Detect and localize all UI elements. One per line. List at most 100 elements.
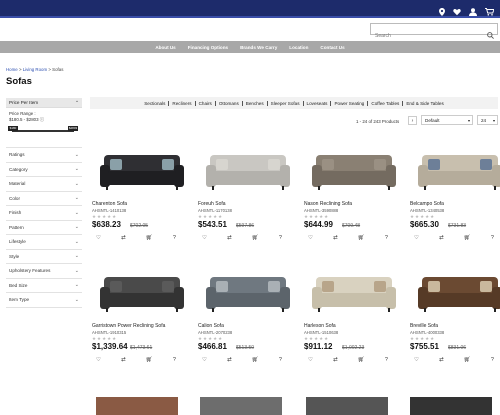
product-image[interactable] (198, 145, 298, 200)
compare-icon[interactable]: ⇄ (439, 357, 444, 363)
facet-item-type[interactable]: Item Type ⌄ (6, 293, 82, 308)
product-name[interactable]: Belcampo Sofa (410, 201, 444, 207)
product-card[interactable]: Garristown Power Reclining Sofa AHSNTL-1… (92, 267, 192, 387)
compare-icon[interactable]: ⇄ (333, 357, 338, 363)
product-card[interactable]: Nason Reclining Sofa AHSNTL-3590888 ★★★★… (304, 145, 404, 265)
product-image[interactable] (410, 267, 500, 322)
product-name[interactable]: Nason Reclining Sofa (304, 201, 352, 207)
category-power-seating[interactable]: Power Seating (331, 100, 369, 106)
nav-about-us[interactable]: About Us (155, 45, 175, 50)
product-card[interactable]: Belcampo Sofa AHSNTL-1340538 ★★★★★ $665.… (410, 145, 500, 265)
facet-pattern[interactable]: Pattern ⌄ (6, 221, 82, 235)
wishlist-heart-icon[interactable]: ♡ (96, 357, 101, 363)
add-to-cart-icon[interactable]: 🛒︎ (252, 235, 259, 241)
question-icon[interactable]: ? (173, 357, 176, 363)
product-name[interactable]: Calion Sofa (198, 323, 224, 329)
category-loveseats[interactable]: Loveseats (304, 100, 332, 106)
question-icon[interactable]: ? (173, 235, 176, 241)
price-slider[interactable]: $180 $2803 (8, 126, 78, 132)
question-icon[interactable]: ? (491, 357, 494, 363)
facet-lifestyle[interactable]: Lifestyle ⌄ (6, 235, 82, 250)
product-price: $638.23 (92, 220, 121, 229)
product-image[interactable] (410, 397, 492, 415)
nav-location[interactable]: Location (289, 45, 308, 50)
facet-ratings[interactable]: Ratings ⌄ (6, 148, 82, 163)
product-image[interactable] (92, 267, 192, 322)
per-page-select[interactable]: 24 ▾ (477, 115, 498, 125)
add-to-cart-icon[interactable]: 🛒︎ (358, 235, 365, 241)
product-image[interactable] (304, 145, 404, 200)
product-name[interactable]: Harleson Sofa (304, 323, 336, 329)
category-sectionals[interactable]: Sectionals (141, 100, 170, 106)
product-name[interactable]: Breville Sofa (410, 323, 438, 329)
facet-bed-size[interactable]: Bed Size ⌄ (6, 279, 82, 293)
wishlist-heart-icon[interactable]: ♡ (414, 235, 419, 241)
category-recliners[interactable]: Recliners (169, 100, 196, 106)
product-name[interactable]: Charenton Sofa (92, 201, 127, 207)
product-image[interactable] (410, 145, 500, 200)
category-coffee-tables[interactable]: Coffee Tables (368, 100, 404, 106)
wishlist-heart-icon[interactable]: ♡ (308, 357, 313, 363)
add-to-cart-icon[interactable]: 🛒︎ (464, 357, 471, 363)
facet-finish[interactable]: Finish ⌄ (6, 206, 82, 221)
breadcrumb-living-room[interactable]: Living Room (23, 67, 47, 72)
add-to-cart-icon[interactable]: 🛒︎ (146, 357, 153, 363)
compare-icon[interactable]: ⇄ (121, 235, 126, 241)
add-to-cart-icon[interactable]: 🛒︎ (358, 357, 365, 363)
product-card[interactable]: Harleson Sofa AHSNTL-1510638 ★★★★★ $911.… (304, 267, 404, 387)
wishlist-heart-icon[interactable]: ♡ (202, 357, 207, 363)
product-image[interactable] (304, 267, 404, 322)
question-icon[interactable]: ? (279, 357, 282, 363)
product-name[interactable]: Foreuh Sofa (198, 201, 226, 207)
sort-select[interactable]: Default ▾ (421, 115, 473, 125)
add-to-cart-icon[interactable]: 🛒︎ (252, 357, 259, 363)
facet-upholstery-features[interactable]: Upholstery Features ⌄ (6, 264, 82, 279)
question-icon[interactable]: ? (491, 235, 494, 241)
category-sleeper-sofas[interactable]: Sleeper Sofas (268, 100, 304, 106)
nav-financing-options[interactable]: Financing Options (188, 45, 228, 50)
nav-contact-us[interactable]: Contact Us (320, 45, 344, 50)
wishlist-heart-icon[interactable]: ♡ (308, 235, 313, 241)
add-to-cart-icon[interactable]: 🛒︎ (464, 235, 471, 241)
breadcrumb-home[interactable]: Home (6, 67, 18, 72)
compare-icon[interactable]: ⇄ (227, 235, 232, 241)
facet-label: Upholstery Features (9, 268, 51, 274)
category-benches[interactable]: Benches (243, 100, 268, 106)
product-card[interactable]: Calion Sofa AHSNTL-2070238 ★★★★★ $466.81… (198, 267, 298, 387)
compare-icon[interactable]: ⇄ (439, 235, 444, 241)
wishlist-heart-icon[interactable]: ♡ (202, 235, 207, 241)
wishlist-heart-icon[interactable]: ♡ (96, 235, 101, 241)
category-end-side-tables[interactable]: End & Side Tables (403, 101, 446, 106)
price-filter-header[interactable]: Price Per Item ⌃ (6, 98, 82, 108)
product-image[interactable] (198, 267, 298, 322)
facet-color[interactable]: Color ⌄ (6, 192, 82, 206)
chevron-down-icon: ⌄ (74, 282, 79, 289)
product-card[interactable]: Breville Sofa AHSNTL-4000338 ★★★★★ $755.… (410, 267, 500, 387)
product-card[interactable]: Foreuh Sofa AHSNTL-1170138 ★★★★★ $543.51… (198, 145, 298, 265)
add-to-cart-icon[interactable]: 🛒︎ (146, 235, 153, 241)
question-icon[interactable]: ? (279, 235, 282, 241)
compare-icon[interactable]: ⇄ (121, 357, 126, 363)
wishlist-heart-icon[interactable]: ♡ (414, 357, 419, 363)
category-ottomans[interactable]: Ottomans (216, 100, 243, 106)
product-image[interactable] (200, 397, 282, 415)
compare-icon[interactable]: ⇄ (333, 235, 338, 241)
next-page-button[interactable]: › (408, 116, 417, 125)
product-image[interactable] (306, 397, 388, 415)
facet-style[interactable]: Style ⌄ (6, 250, 82, 264)
product-image[interactable] (92, 145, 192, 200)
question-icon[interactable]: ? (385, 357, 388, 363)
question-icon[interactable]: ? (385, 235, 388, 241)
product-image[interactable] (96, 397, 178, 415)
nav-brands-we-carry[interactable]: Brands We Carry (240, 45, 277, 50)
slider-min-handle[interactable]: $180 (8, 126, 18, 131)
slider-max-handle[interactable]: $2803 (68, 126, 78, 131)
facet-category[interactable]: Category ⌄ (6, 163, 82, 177)
category-chairs[interactable]: Chairs (196, 100, 216, 106)
facet-material[interactable]: Material ⌄ (6, 177, 82, 192)
product-name[interactable]: Garristown Power Reclining Sofa (92, 323, 165, 329)
per-page-value: 24 (481, 118, 487, 123)
compare-icon[interactable]: ⇄ (227, 357, 232, 363)
product-card[interactable]: Charenton Sofa AHSNTL-1410138 ★★★★★ $638… (92, 145, 192, 265)
search-input[interactable] (371, 31, 481, 41)
